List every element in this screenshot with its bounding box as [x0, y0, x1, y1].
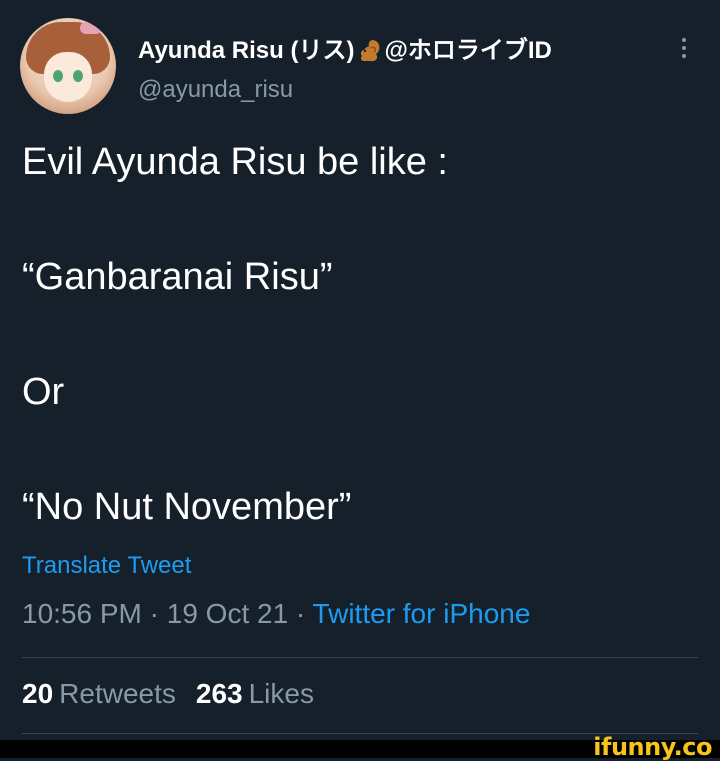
tweet-card: Ayunda Risu (リス) @ホロライブID @ayunda_risu E… [0, 0, 720, 740]
tweet-line: Or [22, 371, 65, 413]
handle[interactable]: @ayunda_risu [138, 76, 293, 104]
tweet-metadata: 10:56 PM · 19 Oct 21 · Twitter for iPhon… [22, 598, 530, 630]
tweet-date[interactable]: 19 Oct 21 [167, 598, 288, 629]
separator: · [141, 598, 167, 629]
tweet-stats: 20 Retweets 263 Likes [22, 678, 314, 710]
display-name[interactable]: Ayunda Risu (リス) @ホロライブID [138, 30, 552, 65]
ifunny-watermark: ifunny.co [593, 733, 712, 761]
tweet-line: “Ganbaranai Risu” [22, 256, 333, 298]
avatar[interactable] [20, 18, 116, 114]
likes-count: 263 [195, 678, 243, 709]
avatar-face [44, 52, 92, 102]
translate-tweet-link[interactable]: Translate Tweet [22, 552, 191, 580]
display-name-text: Ayunda Risu (リス) [138, 37, 355, 64]
avatar-eye-right [73, 70, 83, 82]
retweets-stat[interactable]: 20 Retweets [22, 678, 176, 709]
separator: · [288, 598, 313, 629]
display-name-affiliation: @ホロライブID [384, 37, 552, 64]
tweet-line: “No Nut November” [22, 486, 352, 528]
tweet-line: Evil Ayunda Risu be like : [22, 141, 448, 183]
avatar-eye-left [53, 70, 63, 82]
more-options-icon[interactable] [674, 34, 694, 62]
retweets-label: Retweets [59, 678, 176, 709]
tweet-source-link[interactable]: Twitter for iPhone [313, 598, 531, 629]
likes-stat[interactable]: 263 Likes [196, 678, 314, 709]
retweets-count: 20 [22, 678, 54, 709]
squirrel-icon [361, 40, 380, 62]
avatar-bow [80, 22, 102, 34]
tweet-text: Evil Ayunda Risu be like : “Ganbaranai R… [22, 136, 702, 533]
tweet-time[interactable]: 10:56 PM [22, 598, 142, 629]
likes-label: Likes [248, 678, 314, 709]
divider [22, 657, 698, 658]
